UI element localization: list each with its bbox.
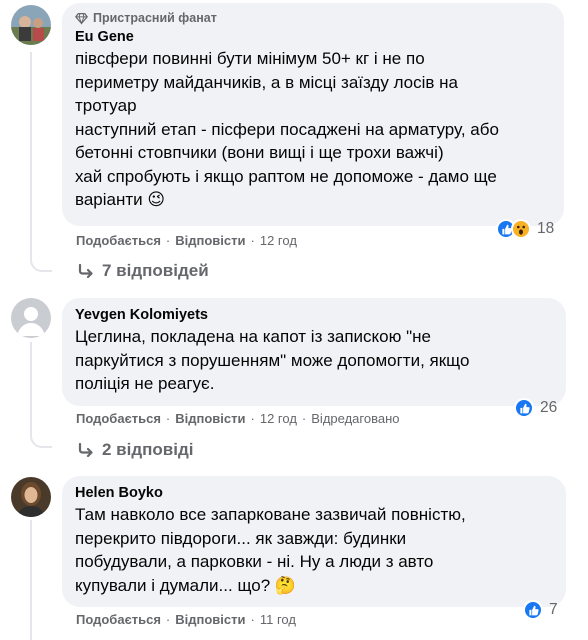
comment-line: бетонні стовпчики (вони вищі і ще трохи … (75, 143, 444, 162)
comment-line: Там навколо все запарковане зазвичай пов… (75, 505, 466, 524)
reply-arrow-icon (78, 264, 93, 278)
thread-line (30, 52, 32, 254)
thread-line (30, 520, 32, 640)
comment-line: півсфери повинні бути мінімум 50+ кг і н… (75, 49, 425, 68)
separator-dot: · (250, 233, 255, 248)
comment-line: тротуар (75, 96, 137, 115)
avatar[interactable] (11, 298, 51, 338)
reply-arrow-icon (78, 443, 93, 457)
like-icon (514, 398, 534, 418)
reaction-count: 7 (549, 601, 558, 618)
reaction-summary[interactable]: 26 (514, 398, 557, 418)
comment-line: наступний етап - пісфери посаджені на ар… (75, 119, 499, 139)
badge-label: Пристрасний фанат (93, 11, 217, 25)
replies-label: 2 відповіді (102, 440, 194, 459)
comment-timestamp[interactable]: 11 год (260, 612, 296, 627)
separator-dot: · (250, 612, 255, 627)
comment-line: варіанти 😉 (75, 190, 166, 209)
comment-line: Цеглина, покладена на капот із запискою … (75, 327, 431, 346)
separator-dot: · (165, 411, 171, 426)
comment-line: побудували, а парковки - ні. Ну а люди з… (75, 552, 434, 571)
comment-line: периметру майданчиків, а в місці заїзду … (75, 72, 459, 92)
comment-bubble: Yevgen Kolomiyets Цеглина, покладена на … (62, 298, 566, 406)
thread-line (30, 342, 32, 430)
comment-author[interactable]: Helen Boyko (75, 484, 553, 503)
comment-bubble: Пристрасний фанат Eu Gene півсфери повин… (62, 3, 564, 226)
avatar[interactable] (11, 5, 51, 45)
thread-curve (30, 254, 52, 272)
reply-button[interactable]: Відповісти (175, 612, 245, 627)
edited-label: Відредаговано (311, 411, 400, 426)
reaction-summary[interactable]: 18 (496, 219, 554, 239)
comment-timestamp[interactable]: 12 год (260, 411, 297, 426)
comment-author[interactable]: Yevgen Kolomiyets (75, 306, 553, 325)
comment-author[interactable]: Eu Gene (75, 28, 551, 47)
comment-text: Цеглина, покладена на капот із запискою … (75, 325, 553, 396)
comment-text: Там навколо все запарковане зазвичай пов… (75, 503, 553, 597)
separator-dot: · (165, 612, 171, 627)
comment-line: перекрито півдороги... як завжди: будинк… (75, 528, 407, 548)
reaction-count: 26 (540, 399, 558, 416)
comment-timestamp[interactable]: 12 год (260, 233, 297, 248)
separator-dot: · (165, 233, 171, 248)
comment-line: паркуйтися з порушенням" може допомогти,… (75, 350, 470, 370)
comment-actions: Подобається · Відповісти · 12 год (76, 233, 297, 248)
reaction-count: 18 (537, 220, 555, 237)
reaction-summary[interactable]: 7 (523, 600, 558, 620)
like-button[interactable]: Подобається (76, 411, 161, 426)
wow-icon (511, 219, 531, 239)
reply-button[interactable]: Відповісти (175, 233, 245, 248)
comment-line: купували і думали... що? 🤔 (75, 575, 297, 595)
comment-actions: Подобається · Відповісти · 11 год (76, 612, 296, 627)
comment-line: поліція не реагує. (75, 374, 215, 393)
comment-actions: Подобається · Відповісти · 12 год · Відр… (76, 411, 400, 426)
view-replies-button[interactable]: 2 відповіді (78, 440, 193, 460)
like-button[interactable]: Подобається (76, 612, 161, 627)
separator-dot: · (301, 411, 307, 426)
like-icon (523, 600, 543, 620)
comment-text: півсфери повинні бути мінімум 50+ кг і н… (75, 47, 551, 212)
separator-dot: · (250, 411, 255, 426)
fan-badge[interactable]: Пристрасний фанат (75, 11, 551, 25)
avatar[interactable] (11, 477, 51, 517)
like-button[interactable]: Подобається (76, 233, 161, 248)
thread-curve (30, 430, 52, 448)
comment-bubble: Helen Boyko Там навколо все запарковане … (62, 476, 566, 607)
view-replies-button[interactable]: 7 відповідей (78, 261, 209, 281)
diamond-icon (75, 12, 88, 25)
replies-label: 7 відповідей (102, 261, 209, 280)
reply-button[interactable]: Відповісти (175, 411, 245, 426)
comment-line: хай спробують і якщо раптом не допоможе … (75, 166, 497, 186)
